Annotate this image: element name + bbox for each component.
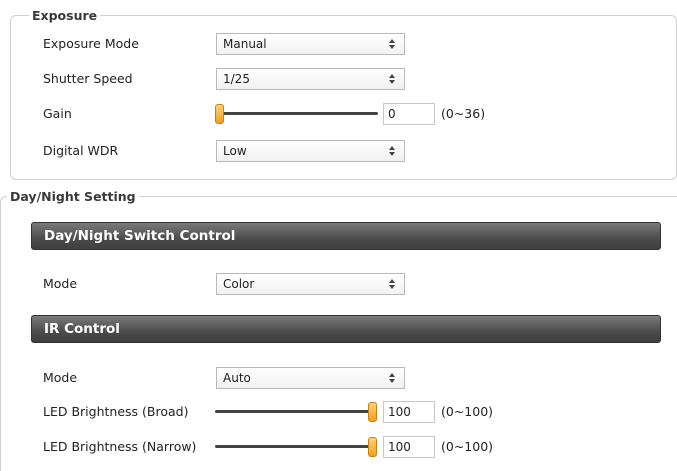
exposure-mode-value: Manual <box>223 37 267 51</box>
ir-mode-value: Auto <box>223 371 251 385</box>
shutter-speed-label: Shutter Speed <box>43 71 133 86</box>
day-night-group: Day/Night Setting Day/Night Switch Contr… <box>0 189 677 471</box>
led-narrow-slider[interactable] <box>215 436 377 458</box>
ir-control-header: IR Control <box>31 315 661 343</box>
ir-mode-select[interactable]: Auto <box>216 367 405 389</box>
digital-wdr-label: Digital WDR <box>43 143 119 158</box>
digital-wdr-value: Low <box>223 144 247 158</box>
led-narrow-range-hint: (0~100) <box>441 439 494 454</box>
select-arrows-icon <box>389 373 395 383</box>
day-night-legend: Day/Night Setting <box>7 189 139 204</box>
led-narrow-label: LED Brightness (Narrow) <box>43 439 197 454</box>
led-broad-input[interactable]: 100 <box>383 401 435 423</box>
select-arrows-icon <box>389 146 395 156</box>
select-arrows-icon <box>389 39 395 49</box>
led-narrow-slider-thumb[interactable] <box>368 437 377 457</box>
exposure-mode-select[interactable]: Manual <box>216 33 405 55</box>
led-narrow-slider-track <box>215 445 377 448</box>
day-night-switch-header: Day/Night Switch Control <box>31 222 661 250</box>
gain-slider-track <box>215 112 378 115</box>
gain-slider-thumb[interactable] <box>215 104 224 124</box>
digital-wdr-select[interactable]: Low <box>216 140 405 162</box>
switch-mode-select[interactable]: Color <box>216 273 405 295</box>
switch-mode-value: Color <box>223 277 255 291</box>
led-broad-slider-track <box>215 410 377 413</box>
led-broad-range-hint: (0~100) <box>441 404 494 419</box>
ir-mode-label: Mode <box>43 370 78 385</box>
gain-input[interactable]: 0 <box>383 103 435 125</box>
gain-label: Gain <box>43 106 72 121</box>
shutter-speed-value: 1/25 <box>223 72 250 86</box>
led-broad-label: LED Brightness (Broad) <box>43 404 189 419</box>
led-broad-slider[interactable] <box>215 401 377 423</box>
exposure-mode-label: Exposure Mode <box>43 36 139 51</box>
select-arrows-icon <box>389 74 395 84</box>
exposure-legend: Exposure <box>29 8 101 23</box>
gain-range-hint: (0~36) <box>441 106 486 121</box>
switch-mode-label: Mode <box>43 276 78 291</box>
shutter-speed-select[interactable]: 1/25 <box>216 68 405 90</box>
select-arrows-icon <box>389 279 395 289</box>
gain-slider[interactable] <box>215 103 378 125</box>
led-narrow-input[interactable]: 100 <box>383 436 435 458</box>
led-broad-slider-thumb[interactable] <box>368 402 377 422</box>
exposure-group: Exposure Exposure Mode Manual Shutter Sp… <box>10 8 677 180</box>
